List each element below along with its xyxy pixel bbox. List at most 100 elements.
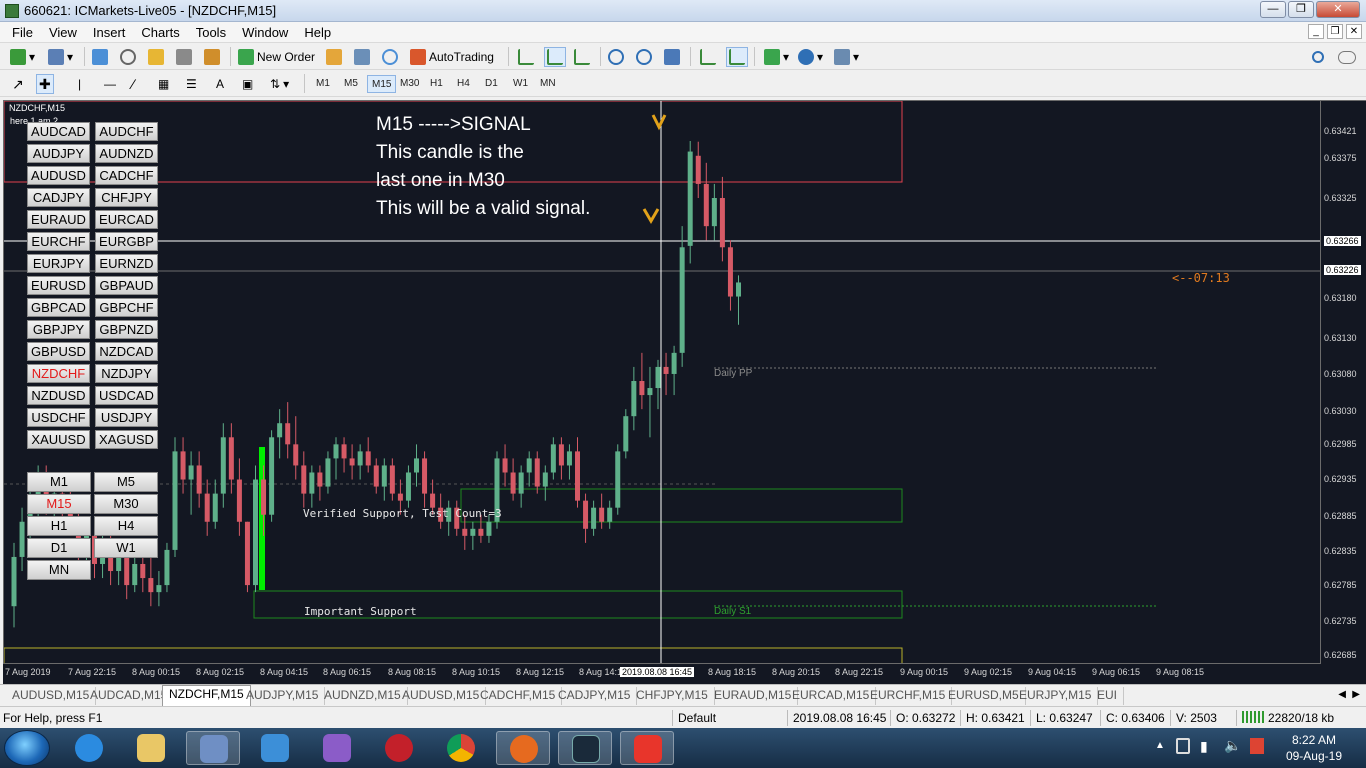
symbol-button-xagusd[interactable]: XAGUSD xyxy=(95,430,158,449)
tray-expand-icon[interactable]: ▲ xyxy=(1155,740,1165,751)
menu-charts[interactable]: Charts xyxy=(133,22,187,43)
symbol-button-audjpy[interactable]: AUDJPY xyxy=(27,144,90,163)
periods-button[interactable]: ▾ xyxy=(796,47,825,67)
chart-tab-audusd-m15[interactable]: AUDUSD,M15 xyxy=(6,687,97,705)
symbol-button-eurgbp[interactable]: EURGBP xyxy=(95,232,158,251)
chat-bubble-button[interactable] xyxy=(1336,47,1358,67)
symbol-button-cadchf[interactable]: CADCHF xyxy=(95,166,158,185)
taskbar-visual-studio[interactable] xyxy=(310,731,364,765)
mdi-close-button[interactable]: ✕ xyxy=(1346,24,1362,39)
vertical-line-tool[interactable]: | xyxy=(76,74,83,94)
zoom-in-button[interactable] xyxy=(606,47,626,67)
chart-tab-cadchf-m15[interactable]: CADCHF,M15 xyxy=(474,687,563,705)
start-button[interactable] xyxy=(4,730,50,766)
tf-button-h4[interactable]: H4 xyxy=(94,516,158,536)
chart-tab-cadjpy-m15[interactable]: CADJPY,M15 xyxy=(552,687,638,705)
trendline-tool[interactable]: ∕ xyxy=(130,74,136,94)
toolbar-tf-mn[interactable]: MN xyxy=(536,75,560,93)
symbol-button-gbpcad[interactable]: GBPCAD xyxy=(27,298,90,317)
symbol-button-eurcad[interactable]: EURCAD xyxy=(95,210,158,229)
toolbar-tf-m30[interactable]: M30 xyxy=(396,75,423,93)
line-chart-button[interactable] xyxy=(572,47,592,67)
symbol-button-euraud[interactable]: EURAUD xyxy=(27,210,90,229)
symbol-button-nzdusd[interactable]: NZDUSD xyxy=(27,386,90,405)
menu-file[interactable]: File xyxy=(4,22,41,43)
menu-window[interactable]: Window xyxy=(234,22,296,43)
menu-help[interactable]: Help xyxy=(296,22,339,43)
taskbar-chrome[interactable] xyxy=(434,731,488,765)
tf-button-mn[interactable]: MN xyxy=(27,560,91,580)
chart-tab-audnzd-m15[interactable]: AUDNZD,M15 xyxy=(318,687,408,705)
tabs-scroll-left-icon[interactable]: ◀ xyxy=(1338,689,1346,700)
mdi-minimize-button[interactable]: _ xyxy=(1308,24,1324,39)
chart-tab-audusd-m15[interactable]: AUDUSD,M15 xyxy=(396,687,487,705)
signals-button[interactable] xyxy=(380,47,400,67)
indicators-button[interactable]: ▾ xyxy=(762,47,791,67)
symbol-button-audnzd[interactable]: AUDNZD xyxy=(95,144,158,163)
taskbar-firefox[interactable] xyxy=(496,731,550,765)
taskbar-clock[interactable]: 8:22 AM 09-Aug-19 xyxy=(1286,732,1342,764)
market-watch-button[interactable] xyxy=(90,47,110,67)
taskbar-ie[interactable] xyxy=(62,731,116,765)
close-button[interactable]: ✕ xyxy=(1316,1,1360,18)
crosshair-tool[interactable]: ✚ xyxy=(36,74,54,94)
symbol-button-eurchf[interactable]: EURCHF xyxy=(27,232,90,251)
new-order-button[interactable]: New Order xyxy=(236,47,317,67)
mdi-restore-button[interactable]: ❐ xyxy=(1327,24,1343,39)
chart-window[interactable]: NZDCHF,M15 here 1 am 2 M1 M5 M15 M30 H1 … xyxy=(3,100,1321,664)
action-center-icon[interactable] xyxy=(1176,738,1190,754)
toolbar-tf-d1[interactable]: D1 xyxy=(481,75,502,93)
symbol-button-audusd[interactable]: AUDUSD xyxy=(27,166,90,185)
symbol-button-audchf[interactable]: AUDCHF xyxy=(95,122,158,141)
bar-chart-button[interactable] xyxy=(516,47,536,67)
chart-tab-eui[interactable]: EUI xyxy=(1091,687,1125,705)
text-tool[interactable]: A xyxy=(214,74,226,94)
toolbar-tf-h1[interactable]: H1 xyxy=(426,75,447,93)
symbol-button-gbpaud[interactable]: GBPAUD xyxy=(95,276,158,295)
candlestick-button[interactable] xyxy=(544,47,566,67)
toolbar-tf-m5[interactable]: M5 xyxy=(340,75,362,93)
symbol-button-nzdjpy[interactable]: NZDJPY xyxy=(95,364,158,383)
chart-tab-eurchf-m15[interactable]: EURCHF,M15 xyxy=(864,687,953,705)
autotrading-button[interactable]: AutoTrading xyxy=(408,47,496,67)
menu-tools[interactable]: Tools xyxy=(188,22,234,43)
chart-shift-button[interactable] xyxy=(698,47,718,67)
arrows-tool[interactable]: ⇅ ▾ xyxy=(268,74,291,94)
symbol-button-xauusd[interactable]: XAUUSD xyxy=(27,430,90,449)
fibonacci-tool[interactable]: ☰ xyxy=(184,74,199,94)
taskbar-explorer[interactable] xyxy=(124,731,178,765)
navigator-button[interactable] xyxy=(146,47,166,67)
equidistant-channel-tool[interactable]: ▦ xyxy=(156,74,171,94)
tile-windows-button[interactable] xyxy=(662,47,682,67)
taskbar-editor[interactable] xyxy=(186,731,240,765)
tf-button-m1[interactable]: M1 xyxy=(27,472,91,492)
strategy-tester-button[interactable] xyxy=(202,47,222,67)
symbol-button-gbpjpy[interactable]: GBPJPY xyxy=(27,320,90,339)
symbol-button-eurnzd[interactable]: EURNZD xyxy=(95,254,158,273)
horizontal-line-tool[interactable]: — xyxy=(102,74,118,94)
symbol-button-audcad[interactable]: AUDCAD xyxy=(27,122,90,141)
taskbar-media-player[interactable] xyxy=(248,731,302,765)
search-button[interactable] xyxy=(1310,47,1326,67)
symbol-button-nzdcad[interactable]: NZDCAD xyxy=(95,342,158,361)
taskbar-app-red[interactable] xyxy=(372,731,426,765)
symbol-button-gbpchf[interactable]: GBPCHF xyxy=(95,298,158,317)
templates-button[interactable]: ▾ xyxy=(832,47,861,67)
minimize-button[interactable]: — xyxy=(1260,1,1286,18)
taskbar-anydesk[interactable] xyxy=(620,731,674,765)
chart-tab-euraud-m15[interactable]: EURAUD,M15 xyxy=(708,687,799,705)
metaeditor-button[interactable] xyxy=(324,47,344,67)
toolbar-tf-h4[interactable]: H4 xyxy=(453,75,474,93)
symbol-button-chfjpy[interactable]: CHFJPY xyxy=(95,188,158,207)
symbol-button-nzdchf[interactable]: NZDCHF xyxy=(27,364,90,383)
price-chart[interactable] xyxy=(4,101,1321,664)
taskbar-metatrader[interactable] xyxy=(558,731,612,765)
chart-tab-chfjpy-m15[interactable]: CHFJPY,M15 xyxy=(630,687,715,705)
text-label-tool[interactable]: ▣ xyxy=(240,74,255,94)
menu-insert[interactable]: Insert xyxy=(85,22,134,43)
network-icon[interactable]: ▮ xyxy=(1200,738,1208,755)
autoscroll-button[interactable] xyxy=(726,47,748,67)
toolbar-tf-w1[interactable]: W1 xyxy=(509,75,532,93)
tf-button-m30[interactable]: M30 xyxy=(94,494,158,514)
toolbar-tf-m1[interactable]: M1 xyxy=(312,75,334,93)
